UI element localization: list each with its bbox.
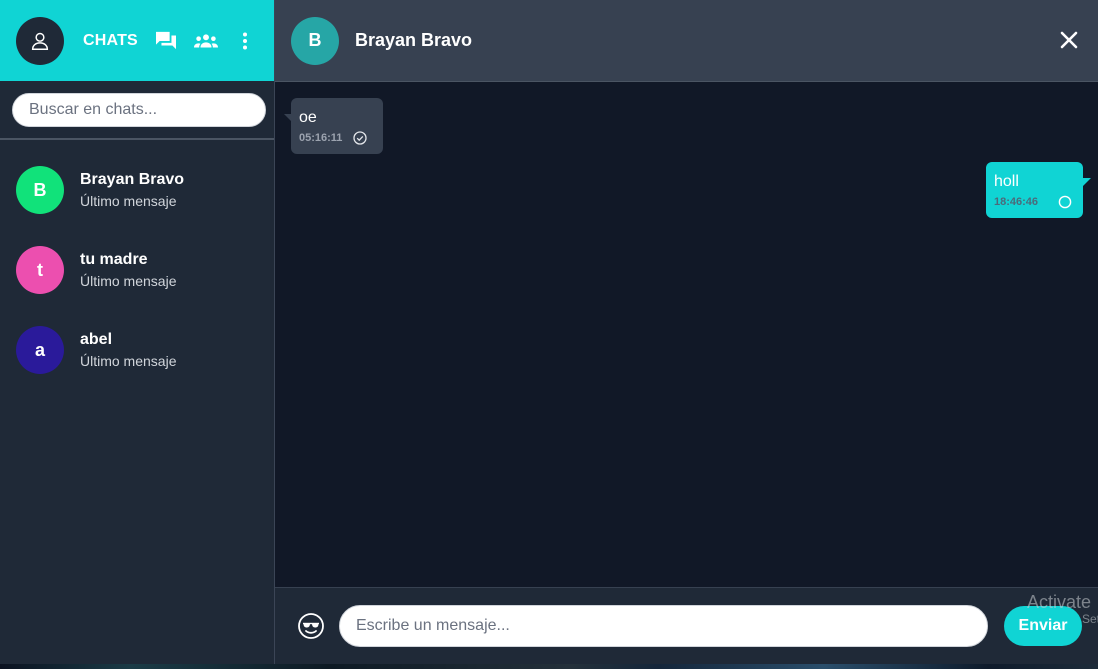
contact-name: Brayan Bravo	[355, 30, 473, 50]
search-area	[0, 81, 274, 140]
chat-last-message: Último mensaje	[80, 272, 177, 289]
chats-button[interactable]	[154, 29, 178, 53]
chat-name: abel	[80, 330, 113, 348]
sidebar: CHATS Buscar en chats... B Brayan Bravo …	[0, 0, 275, 664]
chat-info: Brayan Bravo Último mensaje	[80, 170, 184, 211]
message-text: oe	[299, 109, 317, 126]
message-time: 05:16:11	[299, 132, 343, 144]
chat-info: abel Último mensaje	[80, 330, 176, 371]
check-circle-icon	[353, 131, 368, 145]
chat-app: CHATS Buscar en chats... B Brayan Bravo …	[0, 0, 1098, 664]
more-vertical-icon	[242, 32, 247, 49]
chat-last-message: Último mensaje	[80, 352, 177, 369]
message-input[interactable]	[339, 605, 988, 647]
chat-avatar: t	[16, 246, 64, 294]
message-composer: Enviar Activate Setti	[275, 587, 1098, 664]
desktop-background-strip	[0, 664, 1098, 669]
close-icon	[1060, 31, 1078, 49]
send-button[interactable]: Enviar	[1004, 606, 1082, 646]
chat-item-tu-madre[interactable]: t tu madre Último mensaje	[0, 230, 274, 310]
groups-button[interactable]	[193, 29, 218, 53]
chat-bubbles-icon	[155, 31, 176, 49]
search-input[interactable]	[12, 93, 266, 127]
sidebar-header: CHATS	[0, 0, 274, 81]
message-text: holl	[994, 173, 1019, 190]
message-incoming: oe 05:16:11	[284, 98, 383, 154]
emoji-sunglasses-icon	[298, 613, 324, 639]
contact-avatar[interactable]: B	[291, 16, 339, 65]
chat-name: tu madre	[80, 250, 148, 268]
emoji-button[interactable]	[297, 612, 325, 640]
chat-avatar: a	[16, 326, 64, 374]
chat-item-abel[interactable]: a abel Último mensaje	[0, 310, 274, 390]
chat-name: Brayan Bravo	[80, 170, 185, 188]
message-time: 18:46:46	[994, 196, 1039, 208]
profile-avatar[interactable]	[16, 16, 64, 65]
message-area[interactable]: oe 05:16:11 holl 18:46:46	[275, 82, 1098, 587]
menu-button[interactable]	[233, 29, 257, 53]
conversation-panel: B Brayan Bravo oe 05:16:11 holl 18:46:46…	[275, 0, 1098, 664]
chat-item-brayan-bravo[interactable]: B Brayan Bravo Último mensaje	[0, 150, 274, 230]
message-outgoing: holl 18:46:46	[986, 162, 1091, 218]
pending-circle-icon	[1058, 195, 1072, 209]
chat-last-message: Último mensaje	[80, 192, 177, 209]
chat-avatar: B	[16, 166, 64, 214]
group-icon	[193, 33, 218, 47]
user-icon	[31, 32, 49, 50]
close-button[interactable]	[1058, 29, 1080, 51]
message-meta: 18:46:46	[994, 195, 1075, 209]
chat-info: tu madre Último mensaje	[80, 250, 176, 291]
message-meta: 05:16:11	[299, 131, 375, 145]
chat-list: B Brayan Bravo Último mensaje t tu madre…	[0, 140, 274, 390]
sidebar-title: CHATS	[83, 31, 138, 49]
conversation-header: B Brayan Bravo	[275, 0, 1098, 82]
